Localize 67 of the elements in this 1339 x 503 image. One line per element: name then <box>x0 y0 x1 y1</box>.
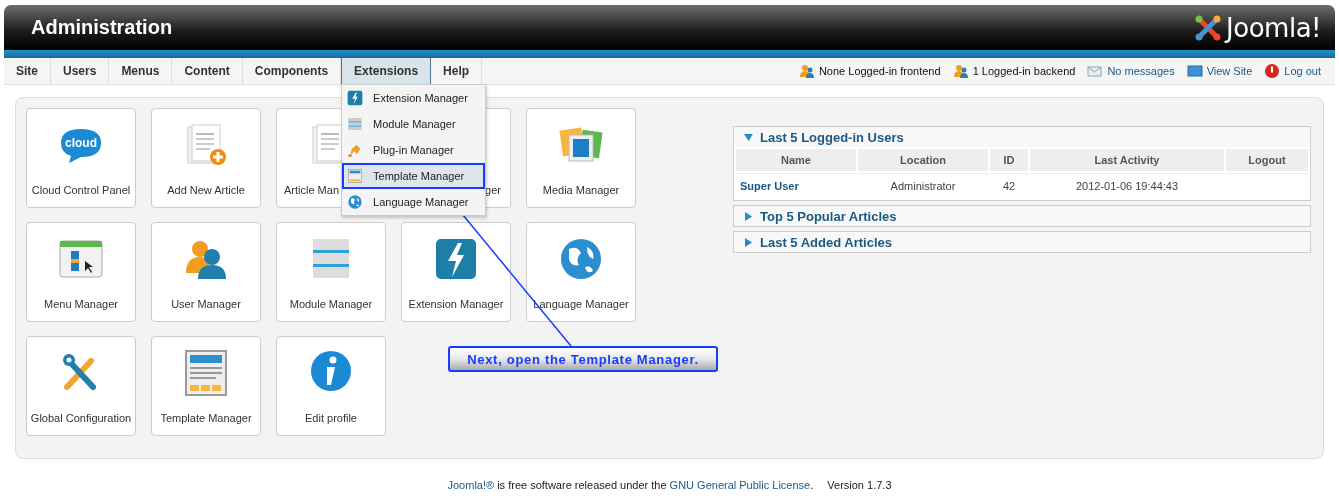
table-cell: 42 <box>990 173 1028 198</box>
shortcut-tile[interactable]: User Manager <box>151 222 261 322</box>
tile-label: Cloud Control Panel <box>31 184 131 196</box>
menu-item[interactable]: Extension Manager <box>342 85 486 111</box>
table-cell: Administrator <box>858 173 988 198</box>
page-title: Administration <box>31 16 173 39</box>
menu-item[interactable]: Template Manager <box>342 163 486 189</box>
footer-text: Joomla!® is free software released under the GNU General Public License. <box>447 479 814 491</box>
menu-tab[interactable]: Extensions <box>341 58 432 84</box>
table-cell: 2012-01-06 19:44:43 <box>1030 173 1224 198</box>
accordion-header[interactable]: Last 5 Added Articles <box>734 232 1310 252</box>
triangle-right-icon <box>744 211 753 221</box>
status-text: None Logged-in frontend <box>818 65 941 77</box>
monitor-icon <box>1186 63 1203 79</box>
shortcut-tile[interactable]: Add New Article <box>151 108 261 208</box>
shortcut-tile[interactable]: Global Configuration <box>26 336 136 436</box>
triangle-down-icon <box>744 132 753 142</box>
menu-tab[interactable]: Site <box>4 58 51 84</box>
joomla-link[interactable]: Joomla!® <box>447 479 495 491</box>
version-text: Version 1.7.3 <box>827 479 892 491</box>
lightning-icon <box>347 90 364 106</box>
power-icon <box>1264 63 1281 79</box>
accordion-header[interactable]: Top 5 Popular Articles <box>734 206 1310 226</box>
tile-label: Add New Article <box>167 184 245 196</box>
menu-tab[interactable]: Help <box>431 58 483 84</box>
status-link[interactable]: View Site <box>1206 65 1253 77</box>
triangle-right-icon <box>744 237 753 247</box>
layout-icon <box>347 168 364 184</box>
tile-label: Article Man <box>284 184 340 196</box>
layout-icon <box>182 349 230 397</box>
column-header: Last Activity <box>1030 149 1224 171</box>
tile-label: Media Manager <box>542 184 620 196</box>
menu-tab[interactable]: Content <box>172 58 243 84</box>
shortcut-tile[interactable]: Edit profile <box>276 336 386 436</box>
status-link[interactable]: Log out <box>1284 65 1321 77</box>
tile-label: Template Manager <box>160 412 252 424</box>
tile-label: Menu Manager <box>44 298 118 310</box>
table-cell[interactable]: Super User <box>736 173 856 198</box>
shortcut-tile[interactable]: Extension Manager <box>401 222 511 322</box>
tile-label: Edit profile <box>305 412 357 424</box>
column-header: Name <box>736 149 856 171</box>
callout-label: Next, open the Template Manager. <box>448 346 718 372</box>
shortcut-tile[interactable]: Menu Manager <box>26 222 136 322</box>
users-icon <box>952 63 969 79</box>
shortcut-tile[interactable]: Module Manager <box>276 222 386 322</box>
logo-text: Joomla! <box>1226 12 1321 43</box>
tile-label: User Manager <box>171 298 241 310</box>
tile-label: ger <box>485 184 501 196</box>
license-link[interactable]: GNU General Public License <box>669 479 811 491</box>
column-header: Location <box>858 149 988 171</box>
shortcut-tile[interactable]: cloud Cloud Control Panel <box>26 108 136 208</box>
menu-tab[interactable]: Menus <box>109 58 173 84</box>
users-icon <box>798 63 815 79</box>
column-header: ID <box>990 149 1028 171</box>
menu-tab[interactable]: Users <box>51 58 110 84</box>
globe-icon <box>347 194 364 210</box>
stack-icon <box>347 116 364 132</box>
tile-label: Extension Manager <box>408 298 504 310</box>
status-link[interactable]: No messages <box>1107 65 1175 77</box>
tile-label: Module Manager <box>289 298 373 310</box>
column-header: Logout <box>1226 149 1308 171</box>
accordion-header[interactable]: Last 5 Logged-in Users <box>734 127 1310 147</box>
shortcut-tile[interactable]: Media Manager <box>526 108 636 208</box>
status-text: 1 Logged-in backend <box>972 65 1076 77</box>
tile-label: Global Configuration <box>30 412 132 424</box>
envelope-icon <box>1087 63 1104 79</box>
shortcut-tile[interactable]: Template Manager <box>151 336 261 436</box>
